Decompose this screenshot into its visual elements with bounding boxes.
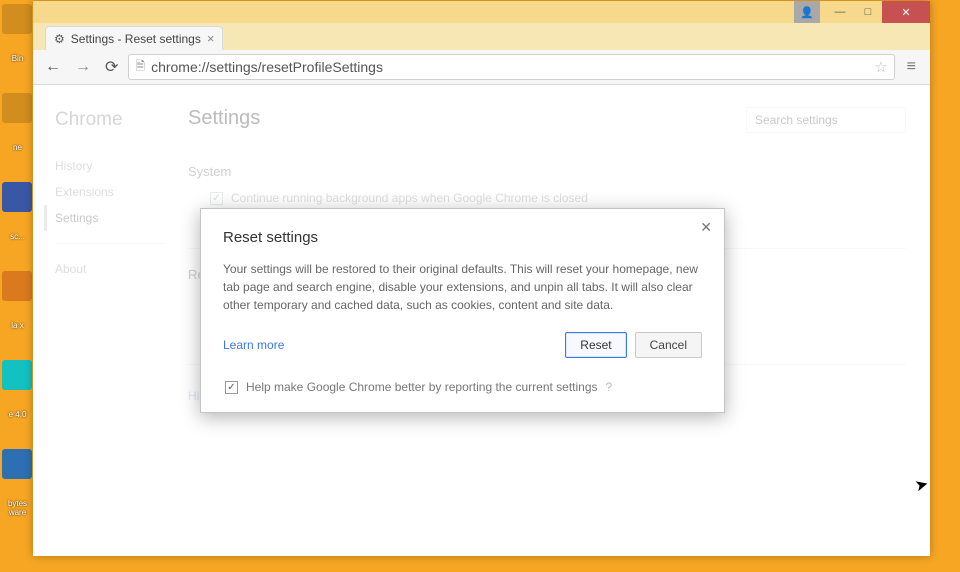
close-dialog-button[interactable]: ✕: [700, 219, 712, 236]
hamburger-menu-icon[interactable]: ≡: [901, 58, 922, 76]
tab-strip: ⚙ Settings - Reset settings ×: [33, 23, 930, 50]
desktop-icons-strip: Bin ne sc... la x e 4.0 bytes ware: [0, 0, 35, 572]
forward-button[interactable]: →: [71, 54, 95, 80]
dialog-title: Reset settings: [223, 229, 702, 246]
browser-toolbar: ← → ⟳ 🗎 ☆ ≡: [33, 50, 930, 85]
window-titlebar[interactable]: 👤 — □ ✕: [33, 1, 930, 23]
minimize-button[interactable]: —: [826, 1, 854, 23]
tab-title: Settings - Reset settings: [71, 32, 201, 46]
page-icon: 🗎: [135, 57, 145, 78]
dialog-footer: Learn more Reset Cancel: [223, 332, 702, 358]
desktop-icon[interactable]: [2, 449, 32, 479]
gear-icon: ⚙: [54, 32, 65, 46]
desktop-label: bytes ware: [0, 499, 35, 517]
reload-button[interactable]: ⟳: [101, 53, 122, 81]
bookmark-star-icon[interactable]: ☆: [874, 58, 887, 76]
desktop-label: la x: [0, 321, 35, 330]
desktop-label: Bin: [0, 54, 35, 63]
learn-more-link[interactable]: Learn more: [223, 338, 284, 352]
dialog-body-text: Your settings will be restored to their …: [223, 260, 702, 314]
reset-settings-dialog: ✕ Reset settings Your settings will be r…: [200, 208, 725, 413]
close-tab-icon[interactable]: ×: [207, 31, 215, 46]
tab-settings[interactable]: ⚙ Settings - Reset settings ×: [45, 26, 223, 50]
address-bar[interactable]: 🗎 ☆: [128, 54, 894, 80]
help-icon[interactable]: ?: [606, 380, 613, 394]
help-report-label: Help make Google Chrome better by report…: [246, 380, 598, 394]
desktop-icon[interactable]: [2, 360, 32, 390]
desktop-icon[interactable]: [2, 182, 32, 212]
back-button[interactable]: ←: [41, 54, 65, 80]
user-button[interactable]: 👤: [794, 1, 820, 23]
maximize-button[interactable]: □: [854, 1, 882, 23]
desktop-icon[interactable]: [2, 271, 32, 301]
desktop-icon[interactable]: [2, 93, 32, 123]
close-window-button[interactable]: ✕: [882, 1, 930, 23]
desktop-label: sc...: [0, 232, 35, 241]
reset-button[interactable]: Reset: [565, 332, 626, 358]
url-input[interactable]: [151, 59, 868, 75]
desktop-icon[interactable]: [2, 4, 32, 34]
cancel-button[interactable]: Cancel: [635, 332, 702, 358]
help-report-row[interactable]: ✓ Help make Google Chrome better by repo…: [223, 380, 702, 394]
desktop-label: ne: [0, 143, 35, 152]
checkbox-checked-icon[interactable]: ✓: [225, 381, 238, 394]
desktop-label: e 4.0: [0, 410, 35, 419]
